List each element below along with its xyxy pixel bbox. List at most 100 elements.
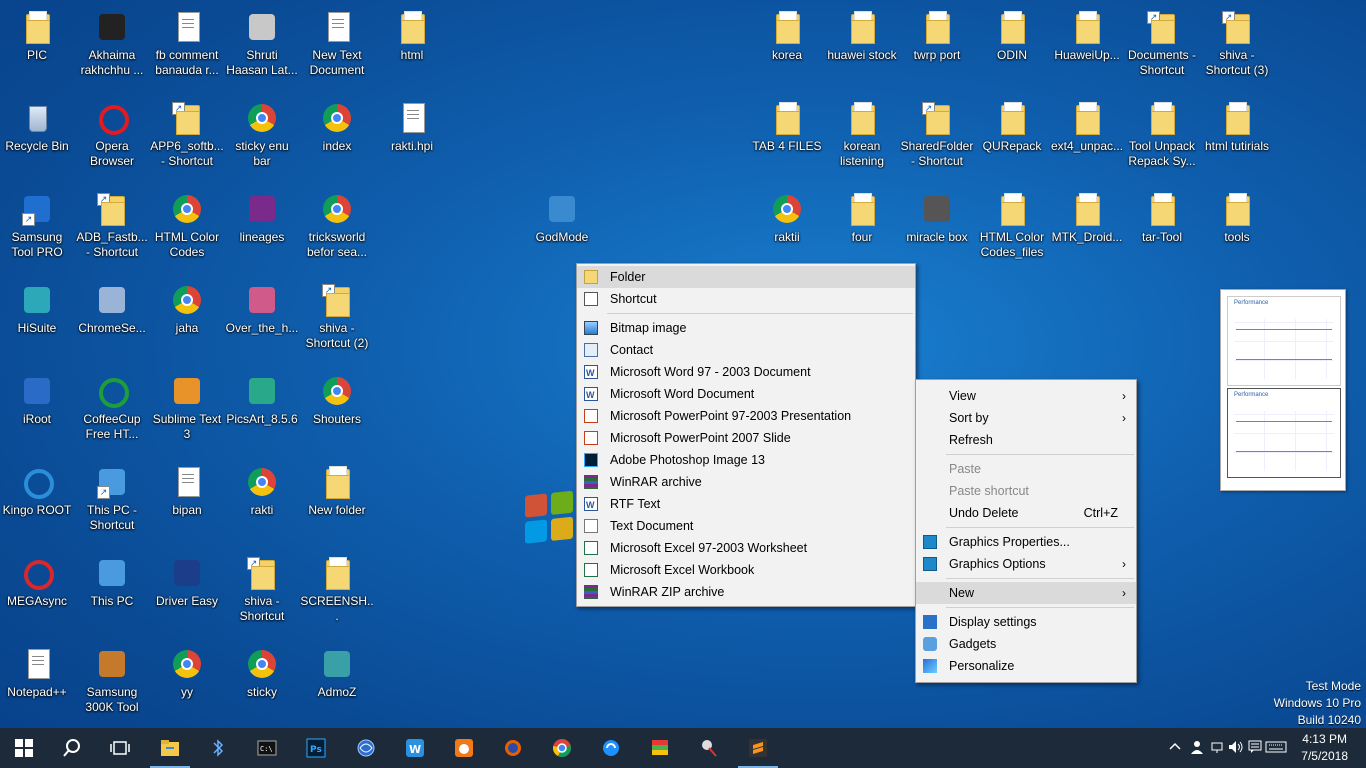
desktop-icon-index[interactable]: index xyxy=(300,97,374,185)
desktop-icon-megasync[interactable]: MEGAsync xyxy=(0,552,74,640)
desktop-icon-ext4[interactable]: ext4_unpac... xyxy=(1050,97,1124,185)
menu-paste[interactable]: Paste xyxy=(916,458,1136,480)
desktop-icon-admoz[interactable]: AdmoZ xyxy=(300,643,374,731)
desktop-icon-odin[interactable]: ODIN xyxy=(975,6,1049,94)
desktop-icon-opera[interactable]: Opera Browser xyxy=(75,97,149,185)
menu-graphics-properties[interactable]: Graphics Properties... xyxy=(916,531,1136,553)
desktop-icon-rakti-hpi[interactable]: rakti.hpi xyxy=(375,97,449,185)
desktop-icon-sticky-enu[interactable]: sticky enu bar xyxy=(225,97,299,185)
desktop-icon-adb-fastboot[interactable]: ADB_Fastb... - Shortcut xyxy=(75,188,149,276)
start-button[interactable] xyxy=(0,728,48,768)
desktop-icon-shruti[interactable]: Shruti Haasan Lat... xyxy=(225,6,299,94)
desktop-icon-tools[interactable]: tools xyxy=(1200,188,1274,276)
taskbar-chrome[interactable] xyxy=(538,728,586,768)
menu-personalize[interactable]: Personalize xyxy=(916,655,1136,677)
volume-icon[interactable] xyxy=(1228,740,1244,754)
menu-sort-by[interactable]: Sort by › xyxy=(916,407,1136,429)
network-icon[interactable] xyxy=(1210,740,1224,754)
menu-new[interactable]: New › xyxy=(916,582,1136,604)
new-photoshop-item[interactable]: Adobe Photoshop Image 13 xyxy=(577,449,915,471)
desktop-icon-shiva-shortcut[interactable]: shiva - Shortcut xyxy=(225,552,299,640)
desktop-icon-shiva-3[interactable]: shiva - Shortcut (3) xyxy=(1200,6,1274,94)
desktop-icon-driver-easy[interactable]: Driver Easy xyxy=(150,552,224,640)
taskbar-file-explorer[interactable] xyxy=(146,728,194,768)
chevron-up-icon[interactable] xyxy=(1169,741,1181,753)
menu-display-settings[interactable]: Display settings xyxy=(916,611,1136,633)
desktop-icon-huawei-stock[interactable]: huawei stock xyxy=(825,6,899,94)
keyboard-icon[interactable] xyxy=(1265,740,1287,754)
desktop-icon-tricksworld[interactable]: tricksworld befor sea... xyxy=(300,188,374,276)
taskbar-app-globe[interactable] xyxy=(342,728,390,768)
desktop-icon-this-pc-shortcut[interactable]: This PC - Shortcut xyxy=(75,461,149,549)
new-winrar-item[interactable]: WinRAR archive xyxy=(577,471,915,493)
desktop-icon-over-the[interactable]: Over_the_h... xyxy=(225,279,299,367)
desktop-icon-app6[interactable]: APP6_softb... - Shortcut xyxy=(150,97,224,185)
new-contact-item[interactable]: Contact xyxy=(577,339,915,361)
desktop-icon-this-pc[interactable]: This PC xyxy=(75,552,149,640)
desktop-icon-rakti[interactable]: rakti xyxy=(225,461,299,549)
new-word-item[interactable]: Microsoft Word Document xyxy=(577,383,915,406)
desktop-icon-kingo-root[interactable]: Kingo ROOT xyxy=(0,461,74,549)
new-excel97-item[interactable]: Microsoft Excel 97-2003 Worksheet xyxy=(577,537,915,559)
desktop-icon-picsart[interactable]: PicsArt_8.5.6 xyxy=(225,370,299,458)
user-icon[interactable] xyxy=(1190,740,1204,754)
desktop-icon-coffeecup[interactable]: CoffeeCup Free HT... xyxy=(75,370,149,458)
desktop-icon-notepadpp[interactable]: Notepad++ xyxy=(0,643,74,731)
desktop-icon-sublime[interactable]: Sublime Text 3 xyxy=(150,370,224,458)
desktop-icon-huaweiup[interactable]: HuaweiUp... xyxy=(1050,6,1124,94)
taskbar-photoshop[interactable]: Ps xyxy=(292,728,340,768)
menu-view[interactable]: View › xyxy=(916,385,1136,407)
clock[interactable]: 4:13 PM 7/5/2018 xyxy=(1301,731,1348,765)
desktop-icon-samsung-tool-pro[interactable]: Samsung Tool PRO xyxy=(0,188,74,276)
desktop-icon-documents-shortcut[interactable]: Documents - Shortcut xyxy=(1125,6,1199,94)
desktop-icon-html-color-codes[interactable]: HTML Color Codes xyxy=(150,188,224,276)
desktop-icon-lineages[interactable]: lineages xyxy=(225,188,299,276)
desktop[interactable]: PIC Recycle Bin Samsung Tool PRO HiSuite… xyxy=(0,0,1366,728)
desktop-icon-jaha[interactable]: jaha xyxy=(150,279,224,367)
desktop-icon-recycle-bin[interactable]: Recycle Bin xyxy=(0,97,74,185)
desktop-icon-sticky[interactable]: sticky xyxy=(225,643,299,731)
desktop-icon-bipan[interactable]: bipan xyxy=(150,461,224,549)
desktop-icon-samsung-300k[interactable]: Samsung 300K Tool xyxy=(75,643,149,731)
desktop-icon-tar-tool[interactable]: tar-Tool xyxy=(1125,188,1199,276)
taskbar-wps[interactable]: W xyxy=(391,728,439,768)
desktop-icon-new-text-document[interactable]: New Text Document xyxy=(300,6,374,94)
desktop-icon-korean-listening[interactable]: korean listening xyxy=(825,97,899,185)
menu-refresh[interactable]: Refresh xyxy=(916,429,1136,451)
desktop-icon-iroot[interactable]: iRoot xyxy=(0,370,74,458)
notification-icon[interactable] xyxy=(1248,740,1262,754)
menu-undo-delete[interactable]: Undo Delete Ctrl+Z xyxy=(916,502,1136,524)
desktop-icon-fb-comment[interactable]: fb comment banauda r... xyxy=(150,6,224,94)
new-folder-item[interactable]: Folder xyxy=(577,266,915,288)
desktop-icon-mtk-droid[interactable]: MTK_Droid... xyxy=(1050,188,1124,276)
taskbar-command-prompt[interactable]: C:\ xyxy=(243,728,291,768)
desktop-icon-pic[interactable]: PIC xyxy=(0,6,74,94)
desktop-icon-tab4-files[interactable]: TAB 4 FILES xyxy=(750,97,824,185)
taskbar-bluetooth[interactable] xyxy=(194,728,242,768)
new-winrar-zip-item[interactable]: WinRAR ZIP archive xyxy=(577,581,915,603)
desktop-icon-tool-unpack[interactable]: Tool Unpack Repack Sy... xyxy=(1125,97,1199,185)
new-rtf-item[interactable]: RTF Text xyxy=(577,493,915,516)
desktop-icon-chromese[interactable]: ChromeSe... xyxy=(75,279,149,367)
new-ppt97-item[interactable]: Microsoft PowerPoint 97-2003 Presentatio… xyxy=(577,405,915,427)
search-button[interactable] xyxy=(48,728,96,768)
performance-gadget[interactable]: Performance Performance xyxy=(1220,289,1346,491)
task-view-button[interactable] xyxy=(96,728,144,768)
taskbar-sync-app[interactable] xyxy=(587,728,635,768)
new-ppt2007-item[interactable]: Microsoft PowerPoint 2007 Slide xyxy=(577,427,915,449)
menu-graphics-options[interactable]: Graphics Options › xyxy=(916,553,1136,575)
desktop-icon-qurepack[interactable]: QURepack xyxy=(975,97,1049,185)
desktop-icon-new-folder[interactable]: New folder xyxy=(300,461,374,549)
taskbar-tool[interactable] xyxy=(685,728,733,768)
taskbar-sublime[interactable] xyxy=(734,728,782,768)
new-shortcut-item[interactable]: Shortcut xyxy=(577,288,915,310)
desktop-icon-shouters[interactable]: Shouters xyxy=(300,370,374,458)
desktop-icon-yy[interactable]: yy xyxy=(150,643,224,731)
desktop-icon-twrp-port[interactable]: twrp port xyxy=(900,6,974,94)
taskbar-uc-browser[interactable] xyxy=(440,728,488,768)
new-word97-item[interactable]: Microsoft Word 97 - 2003 Document xyxy=(577,361,915,384)
menu-paste-shortcut[interactable]: Paste shortcut xyxy=(916,480,1136,502)
desktop-icon-sharedfolder[interactable]: SharedFolder - Shortcut xyxy=(900,97,974,185)
new-text-item[interactable]: Text Document xyxy=(577,515,915,537)
desktop-icon-screensh[interactable]: SCREENSH... xyxy=(300,552,374,640)
